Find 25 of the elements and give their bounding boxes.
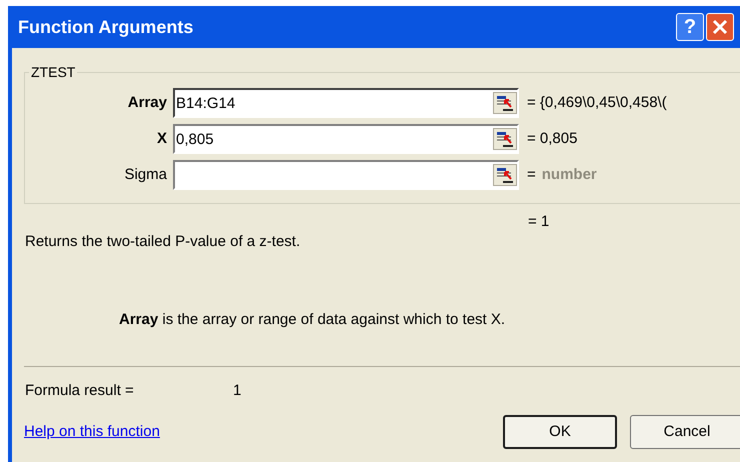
collapse-dialog-icon[interactable]	[493, 128, 517, 150]
argument-field[interactable]: 0,805	[173, 124, 519, 154]
function-description: Returns the two-tailed P-value of a z-test.	[25, 232, 302, 252]
function-result: = 1	[528, 212, 550, 232]
argument-result: = 0,805	[527, 128, 578, 149]
help-link[interactable]: Help on this function	[24, 420, 490, 444]
argument-label: Sigma	[123, 164, 168, 185]
formula-result-value: 1	[233, 381, 242, 401]
equals-sign: =	[527, 164, 536, 185]
argument-label: Array	[126, 92, 168, 113]
formula-result-label: Formula result =	[25, 381, 135, 401]
argument-description: Array is the array or range of data against which to test X.	[119, 310, 506, 330]
argument-label: X	[156, 128, 168, 149]
close-icon	[712, 19, 728, 35]
collapse-dialog-icon[interactable]	[493, 164, 517, 186]
dialog-button[interactable]: Cancel	[630, 415, 740, 449]
argument-hint: number	[542, 164, 597, 185]
argument-field[interactable]	[173, 160, 519, 190]
close-button[interactable]	[706, 13, 734, 41]
window-title: Function Arguments	[18, 16, 194, 39]
collapse-dialog-icon[interactable]	[493, 92, 517, 114]
argument-field[interactable]: B14:G14	[173, 88, 519, 118]
dialog-button[interactable]: OK	[503, 415, 617, 449]
help-button[interactable]: ?	[676, 13, 704, 41]
argument-result: = {0,469\0,45\0,458\(	[527, 92, 667, 113]
